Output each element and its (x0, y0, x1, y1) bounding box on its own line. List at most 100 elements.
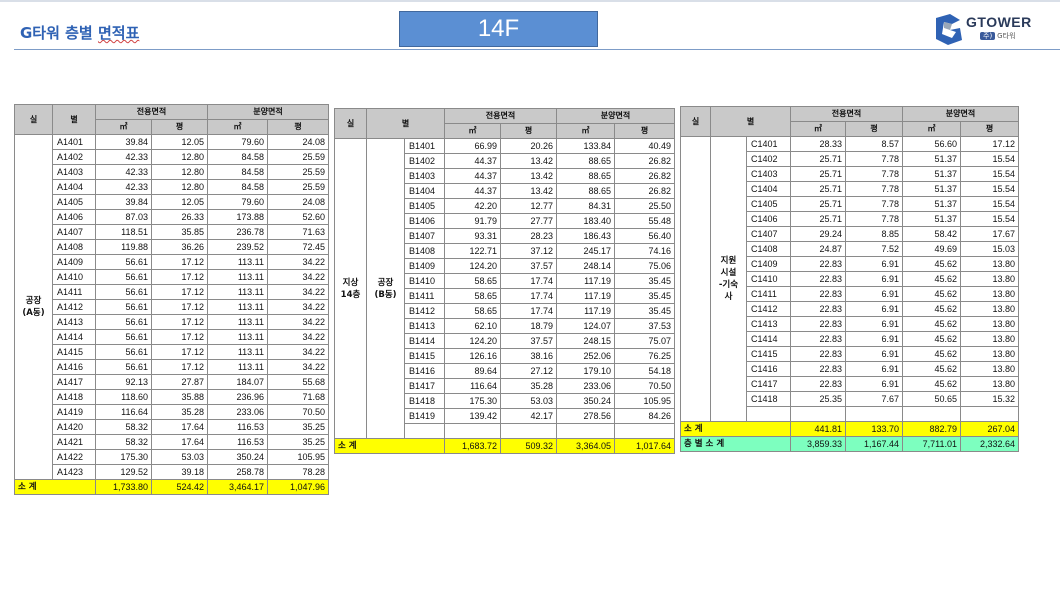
sale-sqm: 50.65 (902, 391, 962, 407)
exclusive-sqm: 44.37 (444, 183, 501, 199)
sale-sqm: 239.52 (207, 239, 269, 255)
exclusive-sqm: 89.64 (444, 363, 501, 379)
empty-cell (790, 406, 846, 422)
exclusive-pyeong: 17.12 (150, 269, 209, 285)
top-border-line (0, 0, 1060, 2)
sale-sqm: 113.11 (207, 314, 269, 330)
unit-id: A1412 (52, 299, 96, 315)
unit-id: C1405 (746, 196, 791, 212)
sale-pyeong: 35.45 (614, 288, 676, 304)
unit-id: B1409 (404, 258, 445, 274)
exclusive-pyeong: 35.28 (150, 404, 209, 420)
exclusive-sqm: 58.32 (95, 419, 152, 435)
sale-pyeong: 15.54 (960, 151, 1020, 167)
sale-sqm: 51.37 (902, 166, 962, 182)
sale-pyeong: 40.49 (614, 138, 676, 154)
unit-id: A1413 (52, 314, 96, 330)
unit-id: A1416 (52, 359, 96, 375)
subtotal-row: 소 계 1,683.72 509.32 3,364.05 1,017.64 (334, 438, 676, 454)
exclusive-pyeong: 7.67 (844, 391, 904, 407)
exclusive-sqm: 24.87 (790, 241, 846, 257)
exclusive-pyeong: 17.12 (150, 299, 209, 315)
unit-id: C1411 (746, 286, 791, 302)
exclusive-pyeong: 17.12 (150, 314, 209, 330)
exclusive-pyeong: 20.26 (499, 138, 558, 154)
subtotal-label: 소 계 (334, 438, 445, 454)
sale-pyeong: 34.22 (267, 344, 330, 360)
unit-id: C1415 (746, 346, 791, 362)
sale-sqm: 233.06 (207, 404, 269, 420)
unit-id: B1404 (404, 183, 445, 199)
exclusive-sqm: 56.61 (95, 284, 152, 300)
exclusive-sqm: 56.61 (95, 254, 152, 270)
logo-pill: 주) (980, 32, 996, 40)
exclusive-sqm: 56.61 (95, 299, 152, 315)
subtotal-value: 882.79 (902, 421, 962, 437)
exclusive-pyeong: 17.64 (150, 419, 209, 435)
exclusive-sqm: 22.83 (790, 316, 846, 332)
sale-pyeong: 25.59 (267, 149, 330, 165)
grand-row: 층 별 소 계 3,859.33 1,167.44 7,711.01 2,332.64 (680, 436, 1020, 452)
exclusive-pyeong: 8.57 (844, 136, 904, 152)
table-row: A1413 56.61 17.12 113.11 34.22 (15, 314, 330, 330)
exclusive-pyeong: 17.64 (150, 434, 209, 450)
sale-pyeong: 52.60 (267, 209, 330, 225)
sale-sqm: 45.62 (902, 361, 962, 377)
exclusive-sqm: 58.65 (444, 273, 501, 289)
exclusive-sqm: 119.88 (95, 239, 152, 255)
exclusive-pyeong: 17.74 (499, 303, 558, 319)
exclusive-pyeong: 18.79 (499, 318, 558, 334)
subtotal-label: 소 계 (680, 421, 791, 437)
col-header-pyeong: 평 (150, 119, 209, 135)
unit-id: C1408 (746, 241, 791, 257)
table-row: A1412 56.61 17.12 113.11 34.22 (15, 299, 330, 315)
floor-badge: 14F (399, 11, 598, 47)
sale-sqm: 116.53 (207, 434, 269, 450)
exclusive-pyeong: 6.91 (844, 376, 904, 392)
unit-id: A1423 (52, 464, 96, 480)
sale-pyeong: 34.22 (267, 314, 330, 330)
col-header-sqm: ㎡ (207, 119, 269, 135)
sale-pyeong: 75.07 (614, 333, 676, 349)
exclusive-sqm: 39.84 (95, 134, 152, 150)
subtotal-value: 441.81 (790, 421, 846, 437)
unit-id: C1414 (746, 331, 791, 347)
exclusive-pyeong: 39.18 (150, 464, 209, 480)
subtotal-value: 1,733.80 (95, 479, 152, 495)
table-row: A1408 119.88 36.26 239.52 72.45 (15, 239, 330, 255)
col-header-exclusive: 전용면적 (443, 108, 558, 124)
sale-pyeong: 34.22 (267, 254, 330, 270)
exclusive-sqm: 22.83 (790, 286, 846, 302)
table-row: A1403 42.33 12.80 84.58 25.59 (15, 164, 330, 180)
exclusive-sqm: 175.30 (95, 449, 152, 465)
exclusive-sqm: 175.30 (444, 393, 501, 409)
sale-pyeong: 35.45 (614, 273, 676, 289)
sale-sqm: 51.37 (902, 211, 962, 227)
exclusive-sqm: 22.83 (790, 361, 846, 377)
exclusive-sqm: 25.71 (790, 181, 846, 197)
sale-pyeong: 25.59 (267, 164, 330, 180)
unit-id: B1408 (404, 243, 445, 259)
sale-pyeong: 13.80 (960, 361, 1020, 377)
exclusive-sqm: 25.71 (790, 151, 846, 167)
exclusive-pyeong: 37.57 (499, 333, 558, 349)
exclusive-sqm: 92.13 (95, 374, 152, 390)
sale-sqm: 350.24 (207, 449, 269, 465)
col-header-exclusive: 전용면적 (94, 104, 209, 120)
sale-pyeong: 75.06 (614, 258, 676, 274)
sale-sqm: 116.53 (207, 419, 269, 435)
unit-id: A1419 (52, 404, 96, 420)
subtotal-row: 소 계 1,733.80 524.42 3,464.17 1,047.96 (14, 479, 330, 495)
table-row: A1414 56.61 17.12 113.11 34.22 (15, 329, 330, 345)
exclusive-sqm: 25.71 (790, 196, 846, 212)
unit-id: C1403 (746, 166, 791, 182)
unit-id: A1409 (52, 254, 96, 270)
exclusive-sqm: 42.20 (444, 198, 501, 214)
table-row: A1419 116.64 35.28 233.06 70.50 (15, 404, 330, 420)
exclusive-sqm: 56.61 (95, 359, 152, 375)
sale-sqm: 49.69 (902, 241, 962, 257)
sale-pyeong: 15.54 (960, 211, 1020, 227)
unit-id: C1404 (746, 181, 791, 197)
sale-sqm: 84.31 (556, 198, 616, 214)
unit-id: C1401 (746, 136, 791, 152)
